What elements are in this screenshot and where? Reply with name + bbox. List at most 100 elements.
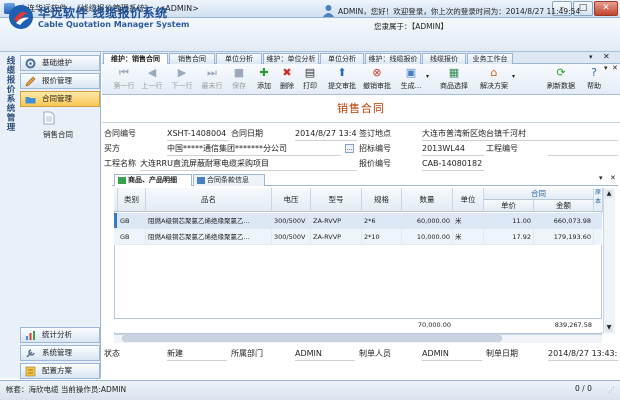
prev-icon: ◀: [147, 66, 157, 79]
cell-name[interactable]: 阻燃A级铜芯聚氯乙烯绝缘聚氯乙...: [146, 229, 272, 245]
nav-config-scheme[interactable]: 配置方案: [20, 363, 100, 379]
subtab-product-detail[interactable]: 商品、产品明细: [114, 174, 192, 186]
help-icon: ?: [591, 66, 597, 79]
cell-amount[interactable]: 179,193.60: [534, 229, 594, 245]
cell-name[interactable]: 阻燃A级铜芯聚氯乙烯绝缘聚氯乙...: [146, 213, 272, 229]
project-no-field[interactable]: [548, 142, 618, 156]
nav-basic-maintenance[interactable]: 基础维护: [20, 55, 100, 71]
contract-no-field[interactable]: XSHT-1408004: [167, 127, 229, 141]
subtab-contract-terms[interactable]: 合同条款信息: [193, 174, 265, 186]
nav-system-management[interactable]: 系统管理: [20, 345, 100, 361]
quote-no-field[interactable]: CAB-14080182: [422, 157, 484, 171]
pencil-icon: [25, 76, 36, 87]
close-button[interactable]: ✕: [594, 1, 618, 16]
solution-dropdown-icon[interactable]: ▾: [512, 73, 515, 80]
tab-edit-unit-analysis[interactable]: 维护：单位分析: [263, 53, 319, 64]
nav-label: 系统管理: [42, 348, 72, 357]
nav-statistics[interactable]: 统计分析: [20, 327, 100, 343]
config-icon: [25, 366, 36, 377]
nav-contract-management[interactable]: 合同管理: [20, 91, 100, 107]
col-voltage[interactable]: 电压: [272, 188, 311, 212]
print-button[interactable]: ▤ 打印: [298, 66, 322, 93]
wrench-icon: [26, 349, 35, 358]
prev-row-button[interactable]: ◀ 上一行: [140, 66, 164, 93]
tab-cable-quote[interactable]: 线缆报价: [422, 53, 466, 64]
cell-voltage[interactable]: 300/500V: [272, 229, 311, 245]
buyer-picker-icon[interactable]: …: [345, 144, 354, 153]
cell-qty[interactable]: 60,000.00: [402, 213, 453, 229]
generate-dropdown-icon[interactable]: ▾: [426, 73, 429, 80]
cell-price[interactable]: 11.00: [484, 213, 534, 229]
next-icon: ▶: [177, 66, 187, 79]
tab-unit-analysis-2[interactable]: 单位分析: [320, 53, 364, 64]
buyer-field[interactable]: 中国*****通信集团*******分公司: [167, 142, 341, 156]
sidebar-vertical-title: 线缆报价系统管理: [5, 56, 15, 132]
scroll-up-icon[interactable]: ▲: [605, 190, 613, 198]
col-price[interactable]: 单价: [484, 200, 534, 212]
col-amount[interactable]: 金额: [534, 200, 594, 212]
project-name-field[interactable]: 大连RRU直流屏蔽耐寒电缆采购项目: [140, 157, 357, 171]
cell-spec[interactable]: 2*6: [362, 213, 402, 229]
tab-unit-analysis[interactable]: 单位分析: [216, 53, 262, 64]
contract-date-field[interactable]: 2014/8/27 13:43: [295, 127, 357, 141]
user-icon: [323, 5, 334, 17]
cell-spec[interactable]: 2*10: [362, 229, 402, 245]
col-qty[interactable]: 数量: [402, 188, 453, 212]
save-button[interactable]: ■ 保存: [227, 66, 251, 93]
cell-unit[interactable]: 米: [453, 229, 484, 245]
cell-amount[interactable]: 660,073.98: [534, 213, 594, 229]
grid-vertical-scrollbar[interactable]: [603, 188, 615, 334]
col-model[interactable]: 型号: [311, 188, 362, 212]
hscroll-thumb[interactable]: [122, 335, 502, 342]
tab-menu-icon[interactable]: ▾: [589, 53, 593, 61]
col-unit[interactable]: 单位: [453, 188, 484, 212]
add-button[interactable]: ✚ 添加: [252, 66, 276, 93]
dept-field: ADMIN: [295, 347, 355, 361]
subtab-close-icon[interactable]: ✕: [610, 174, 616, 182]
tab-close-icon[interactable]: ✕: [603, 52, 610, 61]
status-account: 帐套：海欣电缆 当前操作员:ADMIN: [6, 385, 127, 394]
withdraw-approval-button[interactable]: ⊗ 撤销审批: [362, 66, 392, 93]
next-row-button[interactable]: ▶ 下一行: [170, 66, 194, 93]
col-category[interactable]: 类别: [118, 188, 146, 212]
cell-model[interactable]: ZA-RVVP: [311, 229, 362, 245]
sign-place-field[interactable]: 大连市普湾新区炮台镇千河村: [422, 127, 618, 141]
tab-sales-contract[interactable]: 销售合同: [169, 53, 215, 64]
tab-workbench[interactable]: 业务工作台: [467, 53, 513, 64]
printer-icon: ▤: [304, 66, 316, 79]
col-original[interactable]: 原本: [594, 188, 603, 212]
refresh-button[interactable]: ⟳ 刷新数据: [545, 66, 577, 93]
cell-category[interactable]: GB: [118, 229, 146, 245]
cell-unit[interactable]: 米: [453, 213, 484, 229]
nav-label: 配置方案: [42, 366, 72, 375]
total-amount: 839,267.58: [554, 321, 592, 329]
cell-price[interactable]: 17.92: [484, 229, 534, 245]
scroll-down-icon[interactable]: ▼: [605, 324, 613, 332]
toolbar-close-icon[interactable]: ✕: [612, 64, 618, 72]
tab-edit-cable-quote[interactable]: 维护：线缆报价: [365, 53, 421, 64]
col-spec[interactable]: 规格: [362, 188, 402, 212]
project-no-label: 工程编号: [486, 144, 518, 153]
toolbar-menu-icon[interactable]: ▾: [604, 64, 608, 72]
resize-grip-icon[interactable]: ⋰: [608, 386, 617, 396]
nav-quote-management[interactable]: 报价管理: [20, 73, 100, 89]
help-button[interactable]: ? 帮助: [582, 66, 606, 93]
make-date-label: 制单日期: [486, 349, 518, 358]
col-name[interactable]: 品名: [146, 188, 272, 212]
cell-model[interactable]: ZA-RVVP: [311, 213, 362, 229]
sidebar-item-sales-contract[interactable]: 销售合同: [43, 129, 73, 140]
delete-button[interactable]: ✖ 删除: [275, 66, 299, 93]
first-row-button[interactable]: ⏮ 第一行: [112, 66, 136, 93]
pick-goods-button[interactable]: ▦ 商品选择: [438, 66, 470, 93]
brand-name-en: Cable Quotation Manager System: [38, 20, 190, 29]
tender-no-label: 招标编号: [359, 144, 391, 153]
tender-no-field[interactable]: 2013WL44: [422, 142, 484, 156]
solution-button[interactable]: ⌂ 解决方案: [478, 66, 510, 93]
cell-voltage[interactable]: 300/500V: [272, 213, 311, 229]
cell-category[interactable]: GB: [118, 213, 146, 229]
last-row-button[interactable]: ⏭ 最末行: [200, 66, 224, 93]
submit-approval-button[interactable]: ⬆ 提交审批: [327, 66, 357, 93]
cell-qty[interactable]: 10,000.00: [402, 229, 453, 245]
subtab-menu-icon[interactable]: ▾: [599, 174, 603, 182]
generate-button[interactable]: ▣ 生成...: [397, 66, 425, 93]
